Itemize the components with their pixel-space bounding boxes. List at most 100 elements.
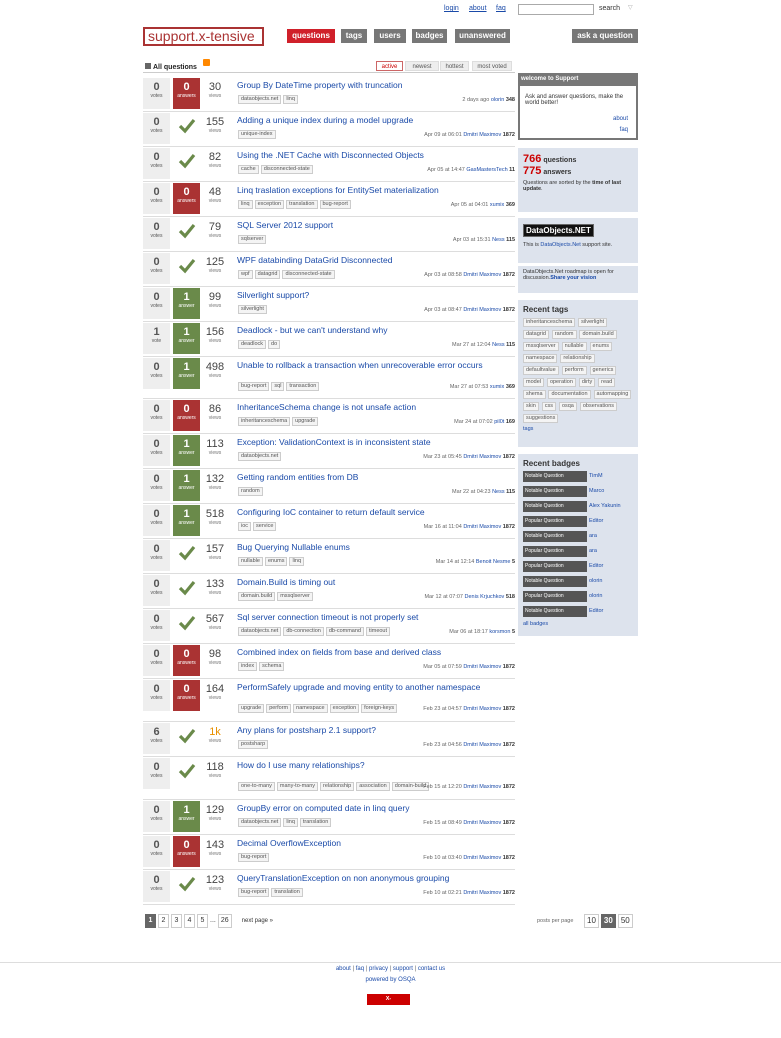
welcome-faq-link[interactable]: faq xyxy=(620,127,628,133)
tag-link[interactable]: many-to-many xyxy=(276,782,319,791)
badge-user-link[interactable]: olorin xyxy=(589,578,602,584)
sidebar-tag[interactable]: shema xyxy=(523,390,546,399)
footer-link[interactable]: faq xyxy=(356,966,364,972)
sidebar-tag[interactable]: enums xyxy=(589,342,613,351)
user-link[interactable]: korsmon xyxy=(489,629,510,635)
tag-link[interactable]: unique-index xyxy=(238,130,276,139)
sidebar-tag[interactable]: model xyxy=(523,378,544,387)
badge-label[interactable]: Notable Question xyxy=(523,576,587,587)
page-size-option[interactable]: 10 xyxy=(584,914,599,928)
share-vision-link[interactable]: Share your vision xyxy=(550,275,596,281)
question-title[interactable]: Group By DateTime property with truncati… xyxy=(237,81,507,90)
tag-link[interactable]: do xyxy=(268,340,281,349)
sidebar-tag[interactable]: silverlight xyxy=(578,318,608,327)
tag-link[interactable]: wpf xyxy=(238,270,253,279)
badge-label[interactable]: Notable Question xyxy=(523,486,587,497)
user-link[interactable]: GasMastersTech xyxy=(466,167,507,173)
tag-link[interactable]: db-connection xyxy=(283,627,324,636)
badge-user-link[interactable]: olorin xyxy=(589,593,602,599)
question-title[interactable]: Unable to rollback a transaction when un… xyxy=(237,361,507,370)
tag-link[interactable]: dataobjects.net xyxy=(238,95,282,104)
question-title[interactable]: Combined index on fields from base and d… xyxy=(237,648,507,657)
question-title[interactable]: InheritanceSchema change is not unsafe a… xyxy=(237,403,507,412)
badge-user-link[interactable]: Alex Yakunin xyxy=(589,503,621,509)
question-title[interactable]: SQL Server 2012 support xyxy=(237,221,507,230)
tag-link[interactable]: deadlock xyxy=(238,340,267,349)
tag-link[interactable]: foreign-keys xyxy=(361,704,398,713)
question-title[interactable]: Deadlock - but we can't understand why xyxy=(237,326,507,335)
question-title[interactable]: Linq traslation exceptions for EntitySet… xyxy=(237,186,507,195)
search-button[interactable]: search xyxy=(599,5,620,12)
badge-label[interactable]: Notable Question xyxy=(523,606,587,617)
badge-label[interactable]: Popular Question xyxy=(523,561,587,572)
powered-by[interactable]: powered by OSQA xyxy=(0,977,781,983)
question-title[interactable]: Domain.Build is timing out xyxy=(237,578,507,587)
question-title[interactable]: QueryTranslationException on non anonymo… xyxy=(237,874,507,883)
badge-user-link[interactable]: TimM xyxy=(589,473,603,479)
user-link[interactable]: Ness xyxy=(492,489,505,495)
sidebar-tag[interactable]: datagrid xyxy=(523,330,549,339)
question-title[interactable]: Any plans for postsharp 2.1 support? xyxy=(237,726,507,735)
user-link[interactable]: Dmitri Maximov xyxy=(463,307,501,313)
site-logo[interactable]: support.x-tensive xyxy=(143,27,264,46)
tag-link[interactable]: linq xyxy=(283,818,298,827)
tag-link[interactable]: upgrade xyxy=(292,417,319,426)
tag-link[interactable]: exception xyxy=(254,200,285,209)
sidebar-tag[interactable]: automapping xyxy=(593,390,632,399)
sidebar-tag[interactable]: relationship xyxy=(560,354,595,363)
tag-link[interactable]: namespace xyxy=(293,704,328,713)
tag-link[interactable]: disconnected-state xyxy=(260,165,313,174)
footer-link[interactable]: about xyxy=(336,966,351,972)
user-link[interactable]: Ness xyxy=(492,342,505,348)
badge-user-link[interactable]: ara xyxy=(589,533,597,539)
badge-label[interactable]: Popular Question xyxy=(523,546,587,557)
badge-user-link[interactable]: Editor xyxy=(589,608,603,614)
sidebar-tag[interactable]: inheritanceschema xyxy=(523,318,576,327)
sidebar-tag[interactable]: perform xyxy=(561,366,587,375)
tag-link[interactable]: mssqlserver xyxy=(277,592,313,601)
sort-hottest-tab[interactable]: hottest xyxy=(440,61,469,71)
sidebar-tag[interactable]: namespace xyxy=(523,354,558,363)
footer-link[interactable]: support xyxy=(393,966,413,972)
sidebar-tag[interactable]: css xyxy=(541,402,556,411)
login-link[interactable]: login xyxy=(444,5,459,12)
next-page-link[interactable]: next page » xyxy=(242,918,273,924)
user-link[interactable]: xumix xyxy=(490,202,504,208)
footer-link[interactable]: contact us xyxy=(418,966,445,972)
sidebar-tag[interactable]: operation xyxy=(546,378,576,387)
tag-link[interactable]: db-command xyxy=(325,627,364,636)
question-title[interactable]: Sql server connection timeout is not pro… xyxy=(237,613,507,622)
sidebar-tag[interactable]: dirty xyxy=(578,378,596,387)
welcome-about-link[interactable]: about xyxy=(613,116,628,122)
tag-link[interactable]: inheritanceschema xyxy=(238,417,291,426)
sidebar-tag[interactable]: mssqlserver xyxy=(523,342,559,351)
question-title[interactable]: How do I use many relationships? xyxy=(237,761,507,770)
user-link[interactable]: Dmitri Maximov xyxy=(463,890,501,896)
badge-label[interactable]: Notable Question xyxy=(523,531,587,542)
search-input[interactable] xyxy=(518,4,594,15)
tag-link[interactable]: perform xyxy=(266,704,292,713)
search-options-icon[interactable]: ▽ xyxy=(628,4,633,11)
page-link[interactable]: 1 xyxy=(145,914,156,928)
user-link[interactable]: Dmitri Maximov xyxy=(463,132,501,138)
badge-label[interactable]: Popular Question xyxy=(523,591,587,602)
tag-link[interactable]: upgrade xyxy=(238,704,265,713)
page-size-option[interactable]: 30 xyxy=(600,914,616,928)
question-title[interactable]: Getting random entities from DB xyxy=(237,473,507,482)
user-link[interactable]: Dmitri Maximov xyxy=(463,454,501,460)
tag-link[interactable]: nullable xyxy=(238,557,263,566)
tag-link[interactable]: postsharp xyxy=(238,740,269,749)
sort-newest-tab[interactable]: newest xyxy=(405,61,439,71)
tag-link[interactable]: association xyxy=(356,782,390,791)
page-size-option[interactable]: 50 xyxy=(617,914,633,928)
tag-link[interactable]: bug-report xyxy=(238,853,270,862)
tag-link[interactable]: ioc xyxy=(238,522,252,531)
user-link[interactable]: Dmitri Maximov xyxy=(463,820,501,826)
rss-icon[interactable] xyxy=(203,59,210,66)
dataobjects-link[interactable]: DataObjects.Net xyxy=(540,242,580,248)
tag-link[interactable]: sqlserver xyxy=(238,235,267,244)
tag-link[interactable]: bug-report xyxy=(238,382,270,391)
question-title[interactable]: Adding a unique index during a model upg… xyxy=(237,116,507,125)
tag-link[interactable]: cache xyxy=(238,165,259,174)
nav-tags[interactable]: tags xyxy=(341,29,367,43)
